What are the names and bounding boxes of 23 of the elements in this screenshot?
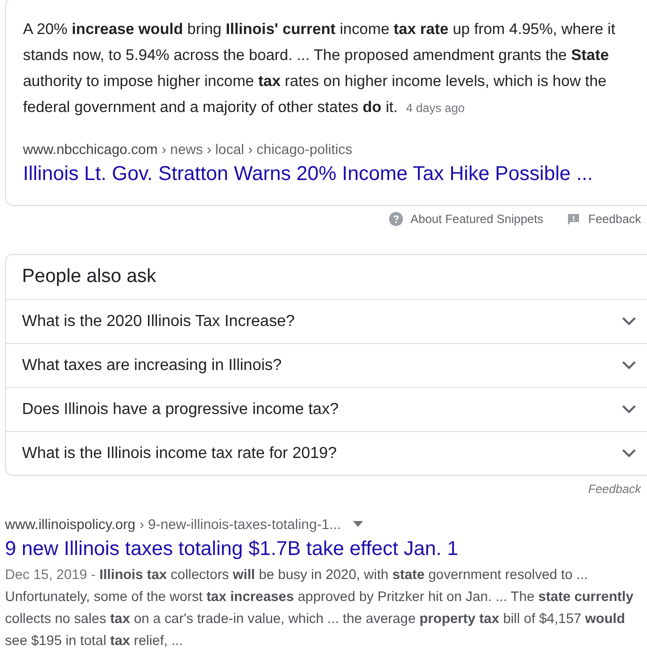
question-row[interactable]: Does Illinois have a progressive income tax? (6, 387, 647, 431)
result-snippet: Dec 15, 2019 - Illinois tax collectors will be busy in 2020, with state government resolved to ... Unfortunately, some of the worst tax increases approved by Pritzker hit on Jan. ... The state currently collects no sales tax on a car's trade-in value, which ... the average property tax bill of $4,157 would see $195 in total tax relief, ... (5, 566, 634, 650)
question-row[interactable]: What is the Illinois income tax rate for 2019? (6, 431, 647, 475)
result-title-link[interactable]: 9 new Illinois taxes totaling $1.7B take effect Jan. 1 (5, 536, 647, 562)
dropdown-caret-icon[interactable] (352, 521, 363, 527)
help-icon (388, 212, 403, 226)
snippet-text: A 20% increase would bring Illinois' current income tax rate up from 4.95%, where it stands now, to 5.94% across the board. ... The proposed amendment grants the State authority to impose higher income tax rates on higher income levels, which is how the federal government and a majority of other states do it. 4 days ago (23, 20, 616, 118)
feedback-icon (567, 212, 580, 226)
source-url: www.nbcchicago.com (23, 140, 158, 159)
panel-heading: People also ask (21, 264, 158, 289)
question-text: What is the Illinois income tax rate for 2019? (22, 444, 337, 464)
source-url: www.illinoispolicy.org (5, 515, 136, 534)
question-text: What is the 2020 Illinois Tax Increase? (22, 312, 295, 332)
question-row[interactable]: What is the 2020 Illinois Tax Increase? (6, 299, 647, 343)
question-text: Does Illinois have a progressive income tax? (22, 400, 339, 420)
question-text: What taxes are increasing in Illinois? (22, 356, 282, 376)
source-path: › 9-new-illinois-taxes-totaling-1... (139, 515, 341, 534)
source-path: › news › local › chicago-politics (162, 140, 352, 159)
feedback-link[interactable]: Feedback (567, 210, 641, 228)
result-title-link[interactable]: Illinois Lt. Gov. Stratton Warns 20% Income Tax Hike Possible ... (23, 161, 638, 187)
about-snippets-link[interactable]: About Featured Snippets (388, 210, 544, 228)
feedback-link[interactable]: Feedback (588, 480, 641, 498)
question-row[interactable]: What taxes are increasing in Illinois? (6, 343, 647, 387)
